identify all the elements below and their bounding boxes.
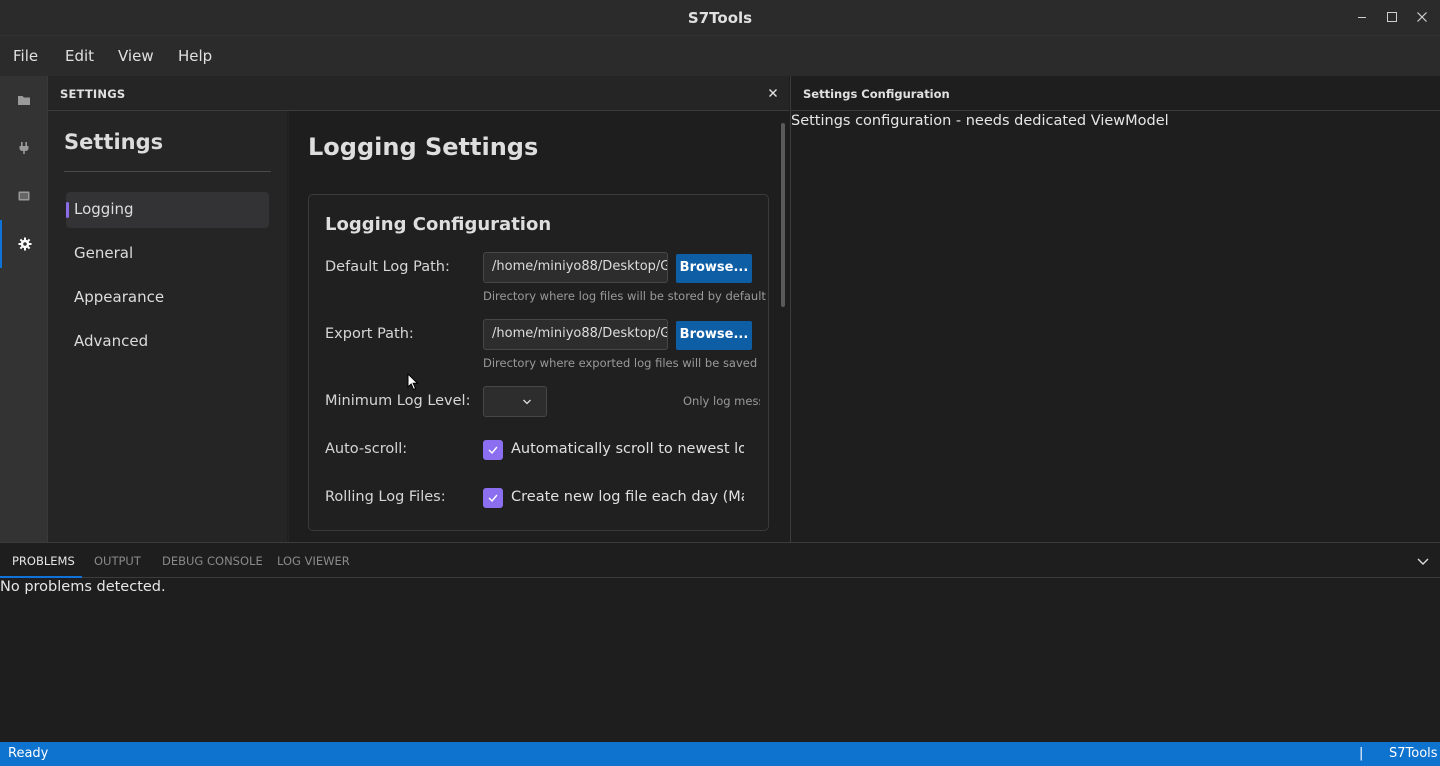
nav-item-label: General bbox=[74, 244, 134, 262]
config-panel-title: Settings Configuration bbox=[803, 87, 950, 101]
export-path-label: Export Path: bbox=[325, 326, 414, 342]
status-bar: Ready | S7Tools bbox=[0, 742, 1440, 766]
default-log-path-input[interactable]: /home/miniyo88/Desktop/GH bbox=[483, 252, 668, 283]
nav-item-advanced[interactable]: Advanced bbox=[66, 324, 269, 360]
auto-scroll-checkbox[interactable] bbox=[483, 440, 503, 460]
menu-file[interactable]: File bbox=[13, 47, 38, 65]
tab-output[interactable]: OUTPUT bbox=[94, 554, 141, 568]
chevron-down-icon[interactable] bbox=[1415, 553, 1431, 573]
active-tab-indicator bbox=[0, 576, 82, 578]
status-text: Ready bbox=[8, 746, 49, 761]
problems-message: No problems detected. bbox=[0, 579, 166, 595]
menu-edit[interactable]: Edit bbox=[65, 47, 94, 65]
bottom-panel-tabs: PROBLEMS OUTPUT DEBUG CONSOLE LOG VIEWER bbox=[0, 543, 1440, 578]
nav-item-label: Appearance bbox=[74, 288, 165, 306]
nav-item-label: Logging bbox=[74, 200, 134, 218]
min-log-level-label: Minimum Log Level: bbox=[325, 393, 471, 409]
scrollbar-thumb[interactable] bbox=[781, 123, 785, 307]
activity-bar bbox=[0, 76, 48, 542]
settings-configuration-panel: Settings Configuration Settings configur… bbox=[790, 76, 1440, 542]
export-path-browse-button[interactable]: Browse... bbox=[676, 321, 752, 350]
gear-icon[interactable] bbox=[0, 220, 48, 268]
default-log-path-browse-button[interactable]: Browse... bbox=[676, 254, 752, 283]
nav-item-logging[interactable]: Logging bbox=[66, 192, 269, 228]
maximize-icon[interactable] bbox=[1384, 9, 1400, 25]
settings-nav-heading: Settings bbox=[64, 130, 164, 154]
default-log-path-hint: Directory where log files will be stored… bbox=[483, 289, 766, 303]
divider bbox=[64, 171, 271, 172]
settings-panel-header: SETTINGS bbox=[48, 76, 789, 111]
plug-icon[interactable] bbox=[0, 124, 48, 172]
min-log-level-dropdown[interactable] bbox=[483, 386, 547, 417]
status-app-name: S7Tools bbox=[1389, 746, 1438, 761]
bottom-panel: PROBLEMS OUTPUT DEBUG CONSOLE LOG VIEWER… bbox=[0, 542, 1440, 742]
export-path-input[interactable]: /home/miniyo88/Desktop/GH bbox=[483, 319, 668, 350]
nav-item-appearance[interactable]: Appearance bbox=[66, 280, 269, 316]
checkmark-icon bbox=[488, 446, 498, 455]
tab-problems[interactable]: PROBLEMS bbox=[12, 554, 75, 568]
rolling-log-files-label: Rolling Log Files: bbox=[325, 489, 446, 505]
window-title: S7Tools bbox=[687, 9, 753, 27]
folder-icon[interactable] bbox=[0, 76, 48, 124]
tab-log-viewer[interactable]: LOG VIEWER bbox=[277, 554, 350, 568]
min-log-level-hint: Only log messa bbox=[683, 394, 760, 408]
rolling-log-files-checkbox[interactable] bbox=[483, 488, 503, 508]
settings-panel-title: SETTINGS bbox=[60, 87, 126, 101]
list-icon[interactable] bbox=[0, 172, 48, 220]
close-icon[interactable] bbox=[1414, 9, 1430, 25]
default-log-path-label: Default Log Path: bbox=[325, 259, 450, 275]
config-panel-header: Settings Configuration bbox=[791, 76, 1440, 111]
page-title: Logging Settings bbox=[308, 133, 539, 161]
config-panel-message: Settings configuration - needs dedicated… bbox=[791, 113, 1169, 129]
settings-nav: Settings Logging General Appearance Adva… bbox=[48, 111, 288, 542]
rolling-log-files-text: Create new log file each day (MainLo bbox=[511, 489, 744, 505]
nav-item-label: Advanced bbox=[74, 332, 149, 350]
close-panel-icon[interactable] bbox=[765, 85, 781, 101]
card-title: Logging Configuration bbox=[325, 214, 552, 235]
menu-view[interactable]: View bbox=[118, 47, 154, 65]
chevron-down-icon bbox=[523, 399, 531, 405]
auto-scroll-text: Automatically scroll to newest log en bbox=[511, 441, 744, 457]
menu-help[interactable]: Help bbox=[178, 47, 212, 65]
status-separator: | bbox=[1359, 746, 1364, 761]
title-bar: S7Tools bbox=[0, 0, 1440, 36]
settings-panel: SETTINGS Settings Logging General Appear… bbox=[48, 76, 789, 542]
tab-debug-console[interactable]: DEBUG CONSOLE bbox=[162, 554, 263, 568]
selection-indicator bbox=[66, 202, 69, 218]
menu-bar: File Edit View Help bbox=[0, 36, 1440, 76]
auto-scroll-label: Auto-scroll: bbox=[325, 441, 408, 457]
minimize-icon[interactable] bbox=[1354, 9, 1370, 25]
checkmark-icon bbox=[488, 494, 498, 503]
mouse-cursor-icon bbox=[407, 372, 419, 395]
logging-configuration-card: Logging Configuration Default Log Path: … bbox=[308, 194, 769, 531]
nav-item-general[interactable]: General bbox=[66, 236, 269, 272]
export-path-hint: Directory where exported log files will … bbox=[483, 356, 758, 370]
settings-content: Logging Settings Logging Configuration D… bbox=[289, 111, 789, 542]
